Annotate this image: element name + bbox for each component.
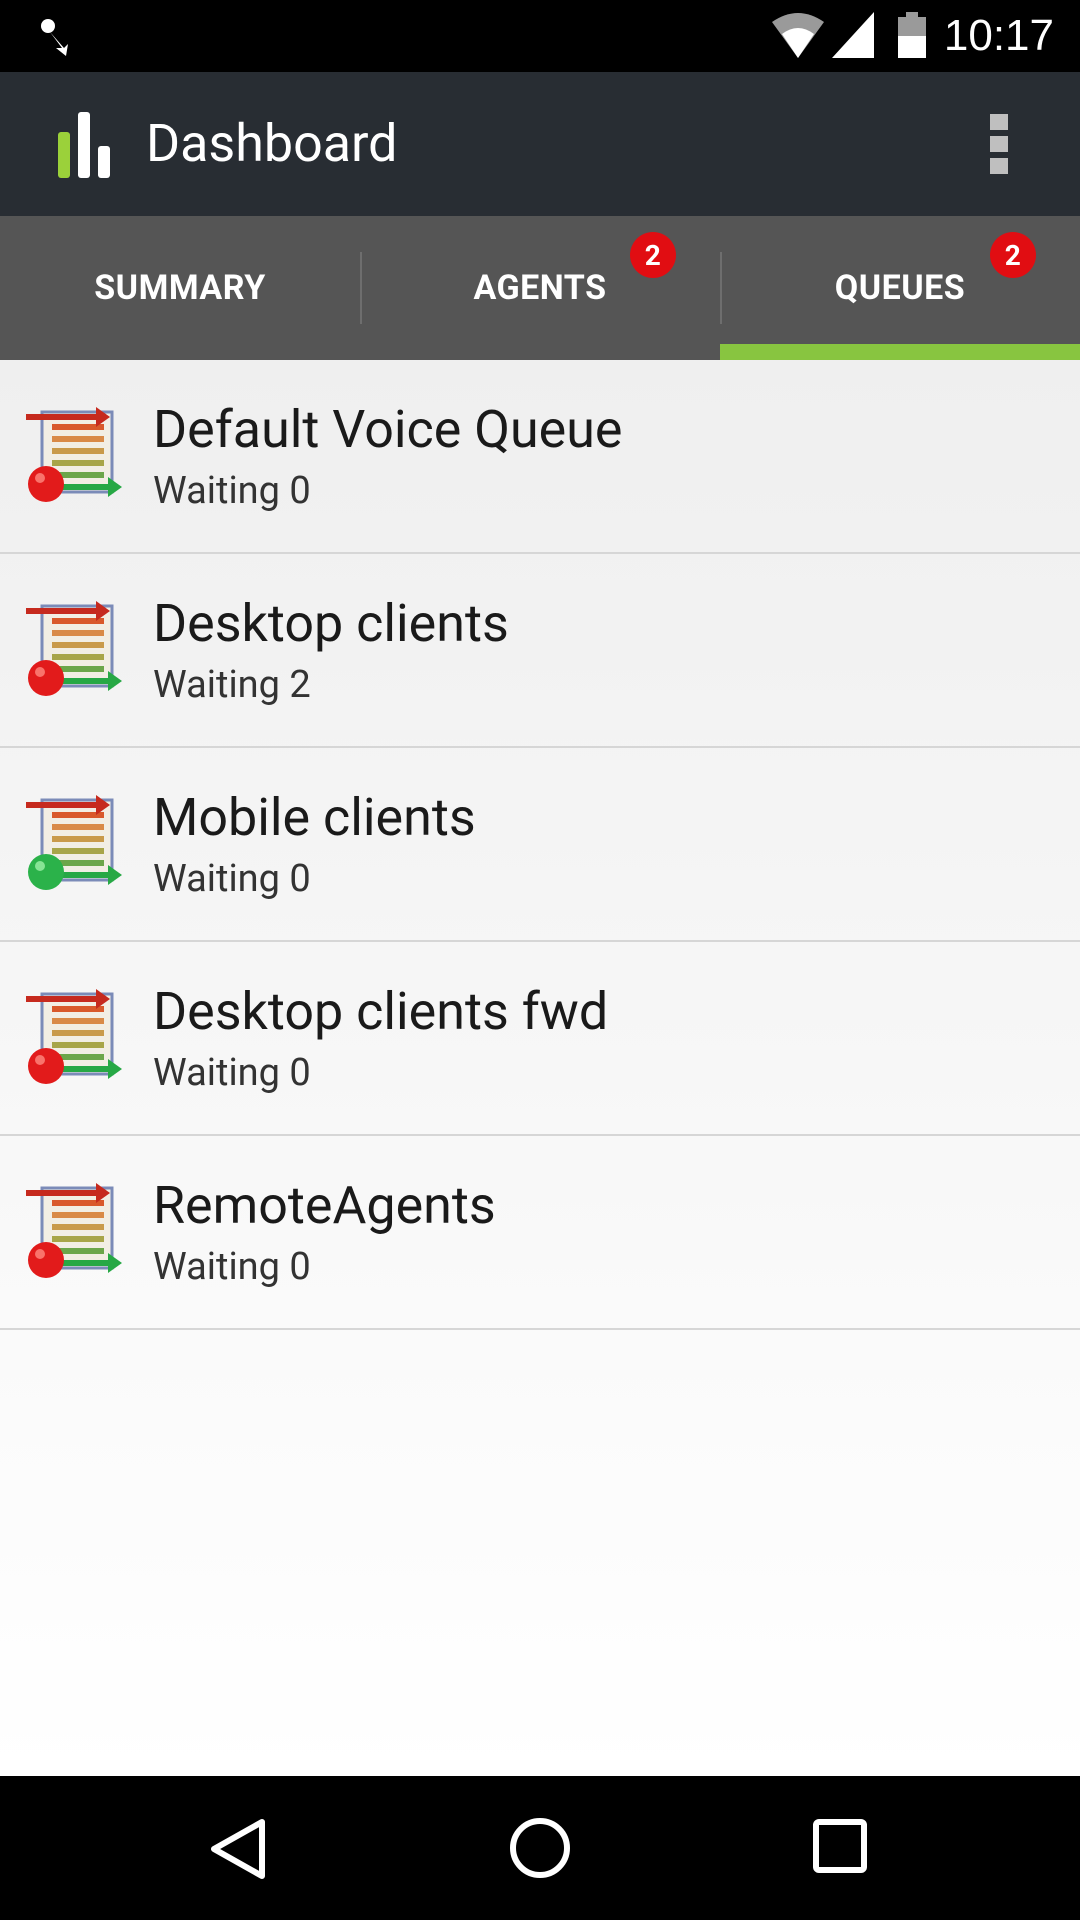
queue-waiting: Waiting 0	[153, 1051, 311, 1095]
tab-agents[interactable]: AGENTS 2	[360, 216, 720, 360]
tab-queues[interactable]: QUEUES 2	[720, 216, 1080, 360]
page-title: Dashboard	[146, 113, 398, 174]
bar-chart-logo-icon	[58, 112, 110, 178]
tab-label: SUMMARY	[94, 268, 266, 308]
queue-waiting: Waiting 0	[153, 857, 311, 901]
queue-list: Default Voice Queue Waiting 0 Desktop cl…	[0, 360, 1080, 1776]
list-item[interactable]: Mobile clients Waiting 0	[0, 748, 1080, 942]
queue-name: Desktop clients	[153, 593, 509, 654]
tab-label: QUEUES	[834, 268, 966, 308]
more-vert-icon[interactable]	[984, 112, 1014, 176]
list-item[interactable]: Default Voice Queue Waiting 0	[0, 360, 1080, 554]
queue-status-icon	[26, 792, 124, 892]
count-badge: 2	[990, 232, 1036, 278]
queue-waiting: Waiting 0	[153, 1245, 311, 1289]
list-item[interactable]: Desktop clients fwd Waiting 0	[0, 942, 1080, 1136]
count-badge: 2	[630, 232, 676, 278]
queue-status-icon	[26, 1180, 124, 1280]
wifi-icon	[772, 13, 824, 58]
app-bar: Dashboard	[0, 72, 1080, 216]
queue-name: RemoteAgents	[153, 1175, 496, 1236]
tab-label: AGENTS	[473, 268, 607, 308]
queue-status-icon	[26, 986, 124, 1086]
queue-name: Mobile clients	[153, 787, 476, 848]
queue-waiting: Waiting 2	[153, 663, 311, 707]
list-item[interactable]: RemoteAgents Waiting 0	[0, 1136, 1080, 1330]
queue-name: Default Voice Queue	[153, 399, 623, 460]
list-item[interactable]: Desktop clients Waiting 2	[0, 554, 1080, 748]
back-icon[interactable]	[206, 1816, 272, 1882]
home-icon[interactable]	[508, 1816, 572, 1880]
status-bar: 10:17	[0, 0, 1080, 72]
cell-signal-icon	[832, 12, 874, 58]
tab-summary[interactable]: SUMMARY	[0, 216, 360, 360]
clock: 10:17	[943, 11, 1054, 60]
queue-waiting: Waiting 0	[153, 469, 311, 513]
battery-icon	[898, 12, 926, 58]
navigation-bar	[0, 1776, 1080, 1920]
queue-status-icon	[26, 404, 124, 504]
queue-status-icon	[26, 598, 124, 698]
notification-icon	[41, 19, 68, 56]
recent-apps-icon[interactable]	[812, 1818, 868, 1874]
tab-bar: SUMMARY AGENTS 2 QUEUES 2	[0, 216, 1080, 360]
queue-name: Desktop clients fwd	[153, 981, 609, 1042]
